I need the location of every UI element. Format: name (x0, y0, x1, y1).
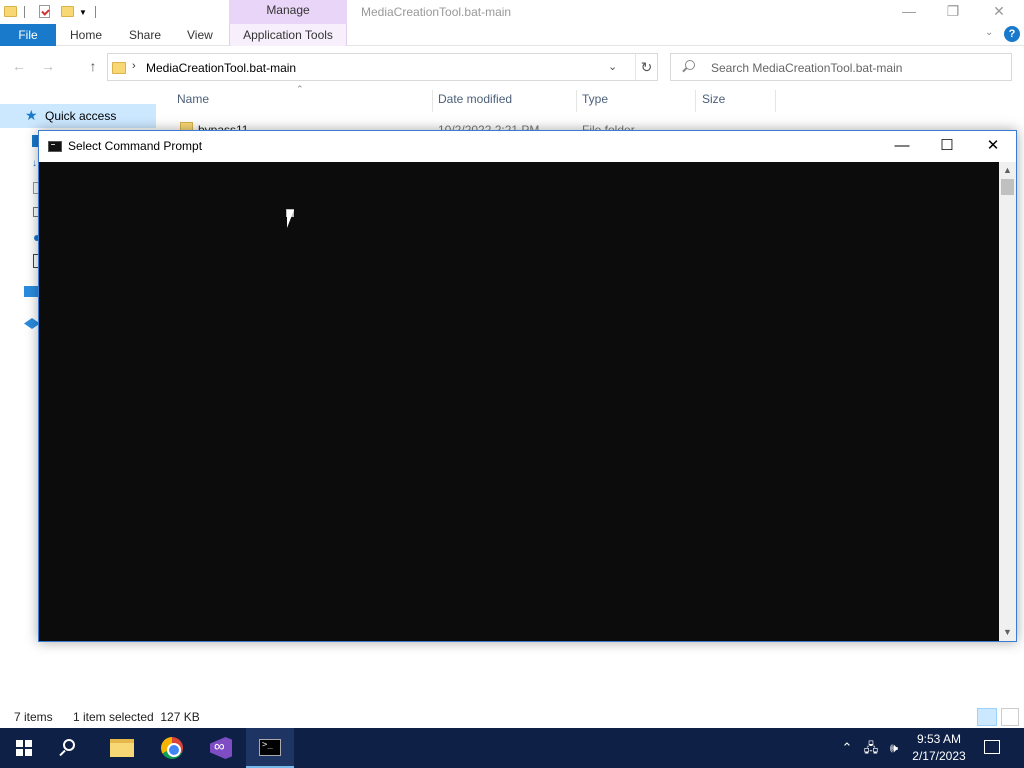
search-box[interactable]: Search MediaCreationTool.bat-main (670, 53, 1012, 81)
scroll-down-icon[interactable]: ▼ (999, 624, 1016, 641)
address-row: ← → ↑ › MediaCreationTool.bat-main ⌄ ↻ S… (0, 50, 1024, 84)
folder-icon (112, 62, 126, 74)
window-title: MediaCreationTool.bat-main (361, 5, 512, 19)
nav-item-label: Quick access (45, 109, 117, 123)
close-icon[interactable]: ✕ (970, 131, 1016, 161)
column-divider (775, 90, 776, 112)
sort-ascending-icon: ⌃ (296, 84, 304, 94)
breadcrumb-chevron-icon[interactable]: › (132, 60, 136, 72)
new-folder-icon[interactable] (61, 5, 75, 19)
column-divider (432, 90, 433, 112)
command-prompt-window: Select Command Prompt — ☐ ✕ ▲ ▼ (38, 130, 1017, 642)
qat-separator (94, 6, 96, 18)
refresh-icon[interactable]: ↻ (635, 54, 657, 80)
scrollbar-thumb[interactable] (1001, 179, 1014, 195)
qat-dropdown-icon[interactable]: ▼ (79, 8, 87, 17)
maximize-icon[interactable]: ☐ (924, 131, 970, 161)
details-view-icon[interactable] (977, 708, 997, 726)
taskbar-command-prompt[interactable] (246, 728, 294, 768)
file-explorer-icon (110, 739, 134, 757)
tab-file[interactable]: File (0, 24, 56, 46)
help-icon[interactable]: ? (1004, 26, 1020, 42)
vertical-scrollbar[interactable]: ▲ ▼ (999, 162, 1016, 641)
quick-access-toolbar: ▼ (0, 0, 96, 24)
taskbar-visual-studio[interactable] (197, 728, 245, 768)
large-icons-view-icon[interactable] (1001, 708, 1019, 726)
nav-item-quick-access[interactable]: ★ Quick access (0, 104, 156, 128)
chrome-icon (161, 737, 183, 759)
console-output[interactable] (39, 162, 999, 641)
column-header-date-modified[interactable]: Date modified (438, 92, 512, 112)
address-dropdown-icon[interactable]: ⌄ (608, 60, 617, 73)
column-header-name[interactable]: Name (177, 92, 209, 112)
star-icon: ★ (25, 107, 38, 123)
notification-icon (984, 740, 1000, 754)
item-count: 7 items (14, 710, 53, 724)
taskbar-chrome[interactable] (148, 728, 196, 768)
clock-date: 2/17/2023 (912, 749, 966, 763)
up-arrow-icon[interactable]: ↑ (82, 56, 104, 76)
column-header-type[interactable]: Type (582, 92, 608, 112)
taskbar-file-explorer[interactable] (98, 728, 146, 768)
tab-home[interactable]: Home (70, 24, 102, 46)
selection-info: 1 item selected 127 KB (73, 710, 200, 724)
forward-arrow-icon[interactable]: → (37, 56, 59, 76)
cmd-window-title: Select Command Prompt (68, 139, 203, 153)
minimize-icon[interactable]: — (886, 0, 932, 24)
search-icon (63, 739, 75, 751)
minimize-icon[interactable]: — (879, 131, 925, 161)
scroll-up-icon[interactable]: ▲ (999, 162, 1016, 179)
tab-share[interactable]: Share (129, 24, 161, 46)
column-divider (576, 90, 577, 112)
network-icon[interactable]: 🖧 (860, 728, 882, 768)
search-icon (685, 60, 695, 70)
taskbar: ⌃ 🖧 🕪 9:53 AM 2/17/2023 (0, 728, 1024, 768)
visual-studio-icon (210, 737, 232, 759)
properties-icon[interactable] (39, 5, 53, 19)
qat-separator (24, 6, 25, 18)
breadcrumb-path[interactable]: MediaCreationTool.bat-main (146, 61, 296, 75)
ribbon-tabs: File Home Share View Application Tools ⌄… (0, 24, 1024, 46)
command-prompt-icon (48, 141, 62, 152)
folder-icon (4, 5, 18, 19)
mouse-pointer-icon (287, 210, 301, 228)
cmd-titlebar[interactable]: Select Command Prompt — ☐ ✕ (39, 131, 1016, 162)
volume-icon[interactable]: 🕪 (884, 728, 904, 768)
taskbar-clock[interactable]: 9:53 AM 2/17/2023 (906, 731, 972, 765)
address-bar[interactable]: › MediaCreationTool.bat-main ⌄ ↻ (107, 53, 658, 81)
close-icon[interactable]: ✕ (976, 0, 1022, 24)
explorer-titlebar: ▼ Manage MediaCreationTool.bat-main — ❐ … (0, 0, 1024, 24)
manage-contextual-tab[interactable]: Manage (229, 0, 347, 24)
command-prompt-icon (259, 739, 281, 756)
status-bar: 7 items 1 item selected 127 KB (0, 706, 1024, 728)
column-header-size[interactable]: Size (702, 92, 725, 112)
back-arrow-icon[interactable]: ← (8, 56, 30, 76)
expand-ribbon-icon[interactable]: ⌄ (985, 27, 993, 38)
column-divider (695, 90, 696, 112)
clock-time: 9:53 AM (916, 732, 962, 746)
search-placeholder: Search MediaCreationTool.bat-main (711, 61, 903, 75)
start-button[interactable] (0, 728, 48, 768)
action-center-button[interactable] (978, 728, 1008, 768)
show-hidden-icons-icon[interactable]: ⌃ (838, 728, 856, 768)
tab-application-tools[interactable]: Application Tools (229, 24, 347, 46)
restore-icon[interactable]: ❐ (930, 0, 976, 24)
windows-logo-icon (16, 740, 32, 756)
taskbar-search-button[interactable] (48, 728, 96, 768)
tab-view[interactable]: View (187, 24, 213, 46)
